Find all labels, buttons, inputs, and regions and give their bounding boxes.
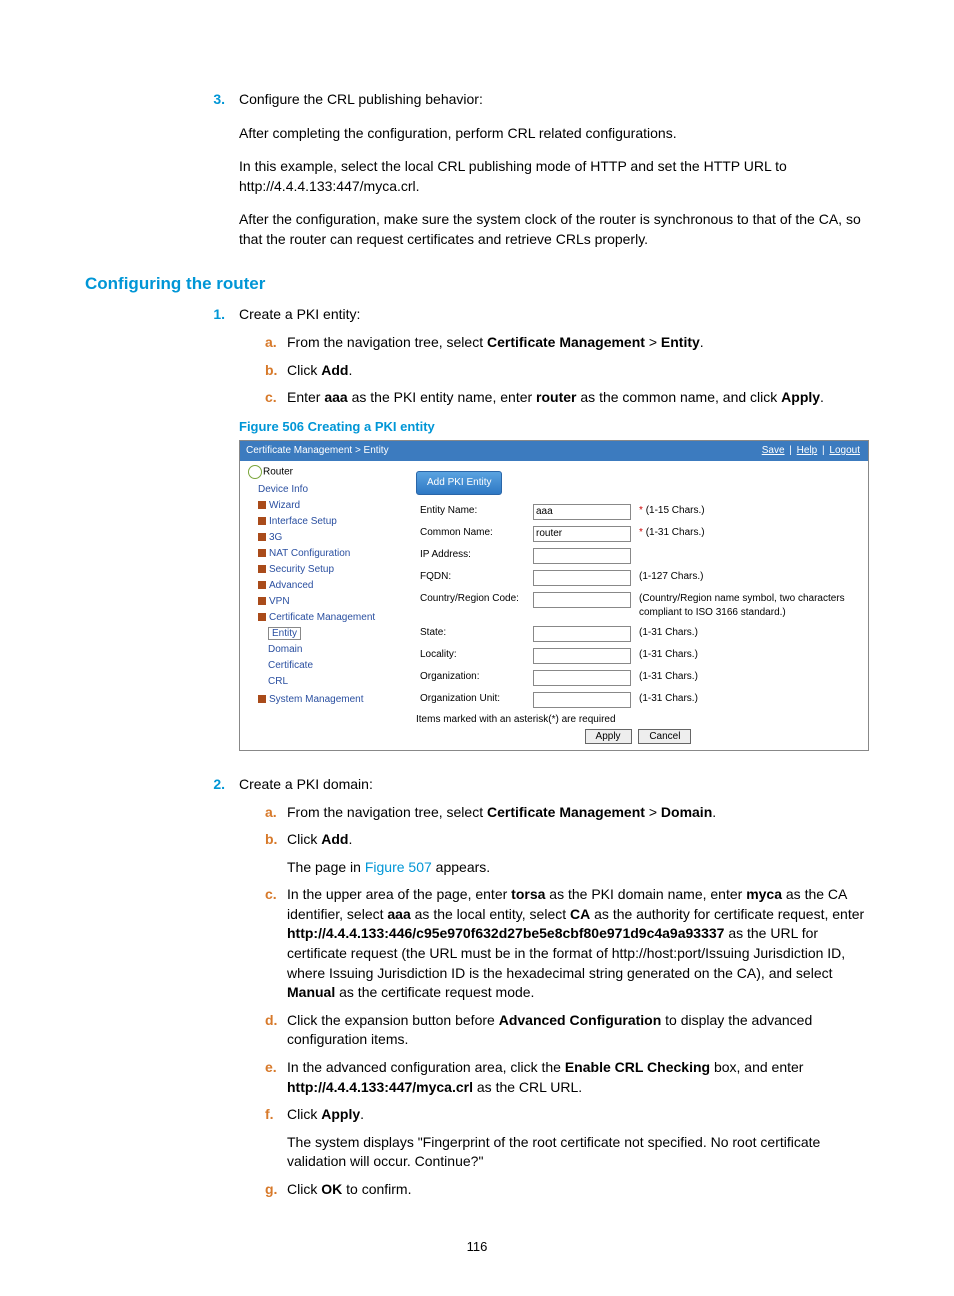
folder-icon <box>258 501 266 509</box>
router-step-1: 1. Create a PKI entity: a. From the navi… <box>195 305 869 765</box>
nav-advanced[interactable]: Advanced <box>256 578 404 594</box>
lbl-fqdn: FQDN: <box>416 567 529 589</box>
fig-save-link[interactable]: Save <box>762 445 785 456</box>
fig-cancel-button[interactable]: Cancel <box>638 729 691 744</box>
input-org-unit[interactable] <box>533 692 631 708</box>
fig-required-note: Items marked with an asterisk(*) are req… <box>416 713 860 727</box>
router-step-1-number: 1. <box>195 305 239 765</box>
fig-breadcrumb: Certificate Management > Entity <box>246 444 389 458</box>
step-3-p1: After completing the configuration, perf… <box>239 124 869 144</box>
input-state[interactable] <box>533 626 631 642</box>
lbl-state: State: <box>416 623 529 645</box>
input-locality[interactable] <box>533 648 631 664</box>
folder-icon <box>258 549 266 557</box>
step-3-number: 3. <box>195 90 239 110</box>
lbl-locality: Locality: <box>416 645 529 667</box>
router-step-1-title: Create a PKI entity: <box>239 306 360 322</box>
nav-nat[interactable]: NAT Configuration <box>256 546 404 562</box>
lbl-common-name: Common Name: <box>416 523 529 545</box>
fig-apply-button[interactable]: Apply <box>585 729 632 744</box>
nav-interface-setup[interactable]: Interface Setup <box>256 514 404 530</box>
nav-entity[interactable]: Entity <box>266 626 404 642</box>
fig-nav-tree: Router Device Info Wizard Interface Setu… <box>240 461 408 750</box>
nav-wizard[interactable]: Wizard <box>256 498 404 514</box>
figure-507-link[interactable]: Figure 507 <box>365 859 432 875</box>
section-heading: Configuring the router <box>85 272 869 296</box>
lbl-country: Country/Region Code: <box>416 589 529 623</box>
folder-icon <box>258 565 266 573</box>
r2-d: d. Click the expansion button before Adv… <box>265 1011 869 1050</box>
nav-domain[interactable]: Domain <box>266 642 404 658</box>
folder-icon <box>258 695 266 703</box>
r1-a: a. From the navigation tree, select Cert… <box>265 333 869 353</box>
fig-logout-link[interactable]: Logout <box>829 445 860 456</box>
nav-certificate[interactable]: Certificate <box>266 658 404 674</box>
folder-icon <box>258 517 266 525</box>
fig-breadcrumb-bar: Certificate Management > Entity Save | H… <box>240 441 868 461</box>
step-3-p3: After the configuration, make sure the s… <box>239 210 869 249</box>
fig-tab-add-pki[interactable]: Add PKI Entity <box>416 471 502 495</box>
step-3-title: Configure the CRL publishing behavior: <box>239 91 483 107</box>
input-ip[interactable] <box>533 548 631 564</box>
router-step-2: 2. Create a PKI domain: a. From the navi… <box>195 775 869 1208</box>
input-entity-name[interactable] <box>533 504 631 520</box>
nav-crl[interactable]: CRL <box>266 674 404 690</box>
step-3: 3. Configure the CRL publishing behavior… <box>195 90 869 110</box>
r2-c: c. In the upper area of the page, enter … <box>265 885 869 1003</box>
r2-b: b. Click Add. The page in Figure 507 app… <box>265 830 869 877</box>
lbl-org-unit: Organization Unit: <box>416 689 529 711</box>
folder-icon <box>258 533 266 541</box>
r2-g: g. Click OK to confirm. <box>265 1180 869 1200</box>
folder-icon <box>258 597 266 605</box>
user-icon <box>248 465 262 479</box>
fig-top-links: Save | Help | Logout <box>760 444 862 458</box>
r2-e: e. In the advanced configuration area, c… <box>265 1058 869 1097</box>
folder-icon <box>258 581 266 589</box>
r2-a: a. From the navigation tree, select Cert… <box>265 803 869 823</box>
nav-vpn[interactable]: VPN <box>256 594 404 610</box>
input-common-name[interactable] <box>533 526 631 542</box>
input-country[interactable] <box>533 592 631 608</box>
fig-help-link[interactable]: Help <box>797 445 818 456</box>
page-number: 116 <box>85 1238 869 1256</box>
input-org[interactable] <box>533 670 631 686</box>
step-3-p2: In this example, select the local CRL pu… <box>239 157 869 196</box>
figure-506: Certificate Management > Entity Save | H… <box>239 440 869 751</box>
r1-c: c. Enter aaa as the PKI entity name, ent… <box>265 388 869 408</box>
r2-f: f. Click Apply. The system displays "Fin… <box>265 1105 869 1172</box>
nav-security[interactable]: Security Setup <box>256 562 404 578</box>
figure-506-caption: Figure 506 Creating a PKI entity <box>239 418 869 436</box>
router-step-2-title: Create a PKI domain: <box>239 776 373 792</box>
r1-b: b. Click Add. <box>265 361 869 381</box>
lbl-org: Organization: <box>416 667 529 689</box>
lbl-entity-name: Entity Name: <box>416 501 529 523</box>
fig-form: Add PKI Entity Entity Name: * (1-15 Char… <box>408 461 868 750</box>
nav-system-mgmt[interactable]: System Management <box>256 692 404 708</box>
router-step-2-number: 2. <box>195 775 239 1208</box>
folder-icon <box>258 613 266 621</box>
nav-3g[interactable]: 3G <box>256 530 404 546</box>
lbl-ip: IP Address: <box>416 545 529 567</box>
nav-cert-mgmt[interactable]: Certificate Management <box>256 610 404 626</box>
nav-device-info[interactable]: Device Info <box>256 482 404 498</box>
input-fqdn[interactable] <box>533 570 631 586</box>
